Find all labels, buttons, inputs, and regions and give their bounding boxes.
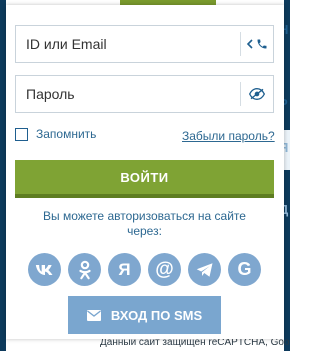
password-field (15, 75, 274, 113)
login-field (15, 25, 274, 63)
phone-toggle[interactable] (240, 32, 273, 56)
mail-ru-icon[interactable]: @ (148, 253, 181, 286)
vk-icon[interactable] (28, 253, 61, 286)
sms-login-button[interactable]: ВХОД ПО SMS (68, 296, 221, 334)
show-password-toggle[interactable] (240, 82, 273, 106)
social-login-row: Я @ G (28, 253, 268, 286)
phone-icon (257, 39, 267, 49)
social-login-caption: Вы можете авторизоваться на сайте через: (43, 209, 246, 238)
telegram-icon[interactable] (188, 253, 221, 286)
remember-me-label: Запомнить (36, 127, 97, 141)
remember-me-checkbox[interactable]: Запомнить (15, 127, 96, 141)
login-popup: Запомнить Забыли пароль? ВОЙТИ Вы можете… (6, 5, 284, 339)
password-input[interactable] (16, 76, 240, 112)
checkbox-box[interactable] (15, 127, 28, 141)
yandex-icon[interactable]: Я (108, 253, 141, 286)
chevron-left-icon (246, 39, 253, 49)
eye-slash-icon (249, 88, 265, 100)
login-input[interactable] (16, 26, 240, 62)
odnoklassniki-icon[interactable] (68, 253, 101, 286)
login-button[interactable]: ВОЙТИ (15, 160, 274, 198)
forgot-password-link[interactable]: Забыли пароль? (182, 129, 275, 143)
google-icon[interactable]: G (228, 253, 261, 286)
background-page-right (284, 0, 290, 351)
envelope-icon (86, 309, 101, 321)
sms-login-label: ВХОД ПО SMS (110, 307, 203, 323)
